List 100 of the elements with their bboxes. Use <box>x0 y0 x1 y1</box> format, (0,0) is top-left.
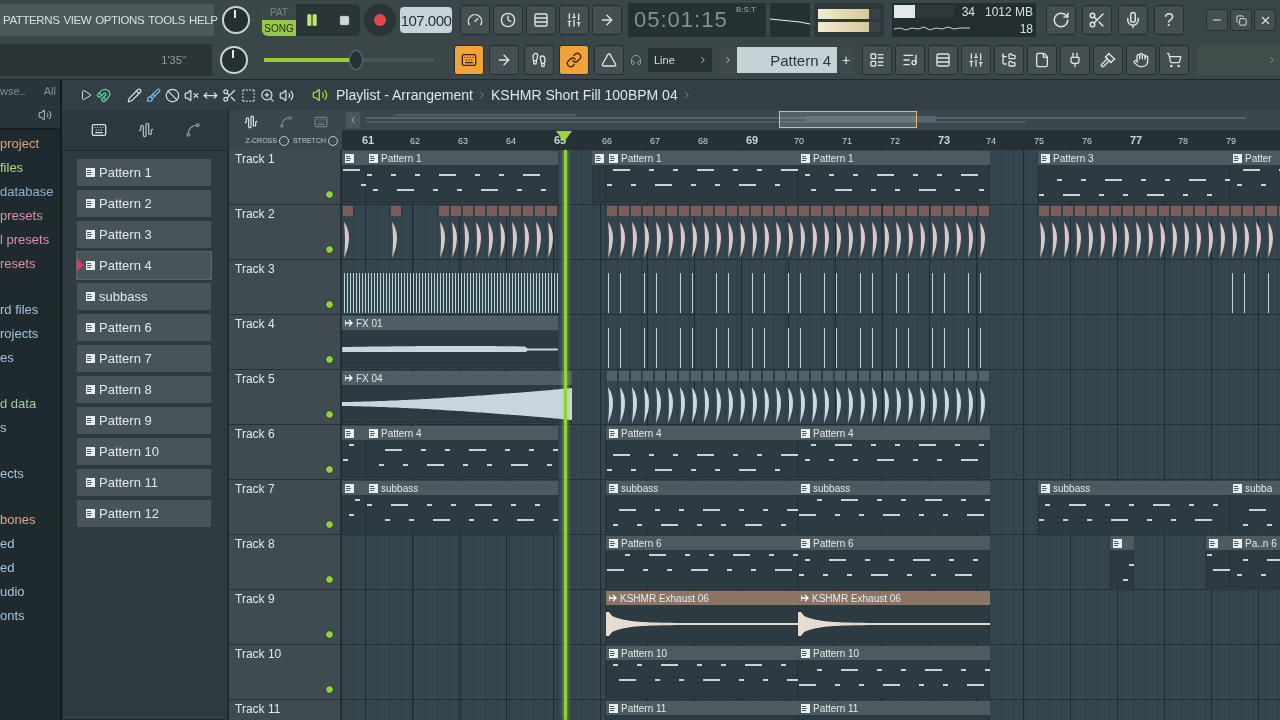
pattern-item[interactable]: Pattern 1 <box>77 159 211 186</box>
browser-folder[interactable]: project <box>0 131 60 155</box>
browser-folder[interactable]: onts <box>0 603 60 627</box>
clip-label: Pattern 11 <box>813 702 859 714</box>
pattern-clip[interactable]: Pattern 4 <box>366 426 558 478</box>
audio-clip[interactable]: KSHMR Exhaust 06 <box>798 591 990 643</box>
pattern-clip[interactable]: Pattern 10 <box>606 646 798 698</box>
menu-item[interactable]: PATTERNS <box>3 14 60 26</box>
clip-label: Pa..n 6 <box>1245 537 1277 549</box>
pattern-clip[interactable]: Pattern 11 <box>606 701 798 720</box>
pattern-item[interactable]: Pattern 3 <box>77 221 211 248</box>
bar-number: 64 <box>506 136 516 146</box>
pattern-name: Pattern 3 <box>99 227 152 242</box>
bar-number: 70 <box>794 136 804 146</box>
track-header[interactable]: Track 1 <box>229 150 342 204</box>
pattern-clip[interactable]: Pattern 1 <box>366 151 558 203</box>
clip-label: Pattern 4 <box>813 427 854 439</box>
menu-item[interactable]: OPTIONS <box>95 14 145 26</box>
menu-item[interactable]: VIEW <box>63 14 92 26</box>
browser-folder[interactable]: files <box>0 155 60 179</box>
track-name: Track 3 <box>235 262 275 276</box>
pattern-title[interactable]: KSHMR Short Fill 100BPM 04 <box>490 87 678 103</box>
clip-label: Pattern 1 <box>813 152 854 164</box>
memory-usage: 1012 MB <box>984 4 1033 19</box>
bar-number: 73 <box>938 134 951 146</box>
menu-item[interactable]: HELP <box>189 14 218 26</box>
pattern-clip[interactable]: Pattern 10 <box>798 646 990 698</box>
bar-number: 68 <box>698 136 708 146</box>
pattern-clip[interactable]: Pattern 4 <box>798 426 990 478</box>
track-header[interactable]: Track 10 <box>229 645 342 699</box>
track-header[interactable]: Track 9 <box>229 590 342 644</box>
pattern-clip[interactable]: subbass <box>1038 481 1230 533</box>
track-header[interactable]: Track 3 <box>229 260 342 314</box>
pattern-name: Pattern 8 <box>99 382 152 397</box>
browser-folder[interactable]: ed <box>0 531 60 555</box>
pattern-clip[interactable]: Patter <box>1230 151 1280 203</box>
track-name: Track 1 <box>235 152 275 166</box>
browser-folder[interactable]: resets <box>0 251 60 275</box>
track-header[interactable]: Track 5 <box>229 370 342 424</box>
add-pattern-button[interactable]: + <box>838 47 854 73</box>
clip-label: Pattern 10 <box>621 647 668 659</box>
clip-label: subbass <box>381 482 419 494</box>
pattern-clip[interactable]: subbass <box>606 481 798 533</box>
clip-label: Pattern 11 <box>621 702 667 714</box>
pattern-name: Pattern 9 <box>99 413 152 428</box>
browser-folder[interactable]: bones <box>0 507 60 531</box>
bar-number: 79 <box>1226 136 1236 146</box>
snap-dropdown[interactable]: Line <box>648 48 712 72</box>
pattern-item[interactable]: Pattern 6 <box>77 314 211 341</box>
help-button[interactable]: ? <box>1154 5 1184 35</box>
bar-number: 66 <box>602 136 612 146</box>
pattern-clip[interactable]: Pattern 11 <box>798 701 990 720</box>
audio-clip[interactable]: FX 04 <box>342 371 573 423</box>
pattern-clip[interactable]: Pattern 1 <box>606 151 798 203</box>
tempo-display[interactable]: 107.000 <box>400 7 452 33</box>
track-header[interactable]: Track 6 <box>229 425 342 479</box>
pattern-item[interactable]: Pattern 8 <box>77 376 211 403</box>
track-name: Track 9 <box>235 592 275 606</box>
browser-filter[interactable]: All <box>43 85 56 97</box>
browser-folder[interactable]: l presets <box>0 227 60 251</box>
pattern-clip[interactable]: subbass <box>798 481 990 533</box>
pattern-clip[interactable]: Pattern 6 <box>606 536 798 588</box>
pattern-clip[interactable]: Pa..n 6 <box>1230 536 1280 588</box>
browser-folder[interactable]: presets <box>0 203 60 227</box>
pattern-item[interactable]: Pattern 4 <box>77 252 211 279</box>
pattern-clip[interactable]: Pattern 1 <box>798 151 990 203</box>
pattern-item[interactable]: Pattern 9 <box>77 407 211 434</box>
audio-clip[interactable]: KSHMR Exhaust 06 <box>606 591 798 643</box>
browser-folder[interactable]: ed <box>0 555 60 579</box>
browser-folder[interactable]: ects <box>0 461 60 485</box>
pattern-clip[interactable]: subba <box>1230 481 1280 533</box>
browser-folder[interactable]: udio <box>0 579 60 603</box>
track-header[interactable]: Track 8 <box>229 535 342 589</box>
pattern-selector[interactable]: Pattern 4 <box>737 47 837 73</box>
pattern-item[interactable]: Pattern 7 <box>77 345 211 372</box>
clip-label: FX 01 <box>356 317 383 329</box>
audio-clip[interactable]: FX 01 <box>342 316 558 368</box>
browser-folder[interactable]: es <box>0 345 60 369</box>
track-header[interactable]: Track 11 <box>229 700 342 720</box>
track-header[interactable]: Track 2 <box>229 205 342 259</box>
track-header[interactable]: Track 7 <box>229 480 342 534</box>
pattern-item[interactable]: Pattern 12 <box>77 500 211 527</box>
track-header[interactable]: Track 4 <box>229 315 342 369</box>
browser-folder[interactable]: s <box>0 415 60 439</box>
browser-folder[interactable]: d data <box>0 391 60 415</box>
browser-folder[interactable]: rojects <box>0 321 60 345</box>
pattern-item[interactable]: Pattern 10 <box>77 438 211 465</box>
mode-option[interactable]: SONG <box>262 20 296 36</box>
track-name: Track 2 <box>235 207 275 221</box>
pattern-item[interactable]: Pattern 11 <box>77 469 211 496</box>
menu-item[interactable]: TOOLS <box>148 14 185 26</box>
pattern-clip[interactable]: Pattern 4 <box>606 426 798 478</box>
pattern-clip[interactable]: Pattern 6 <box>798 536 990 588</box>
pattern-item[interactable]: Pattern 2 <box>77 190 211 217</box>
pattern-clip[interactable]: Pattern 3 <box>1038 151 1230 203</box>
pattern-name: Pattern 10 <box>99 444 159 459</box>
browser-folder[interactable]: database <box>0 179 60 203</box>
pattern-item[interactable]: subbass <box>77 283 211 310</box>
browser-folder[interactable]: rd files <box>0 297 60 321</box>
pattern-clip[interactable]: subbass <box>366 481 558 533</box>
